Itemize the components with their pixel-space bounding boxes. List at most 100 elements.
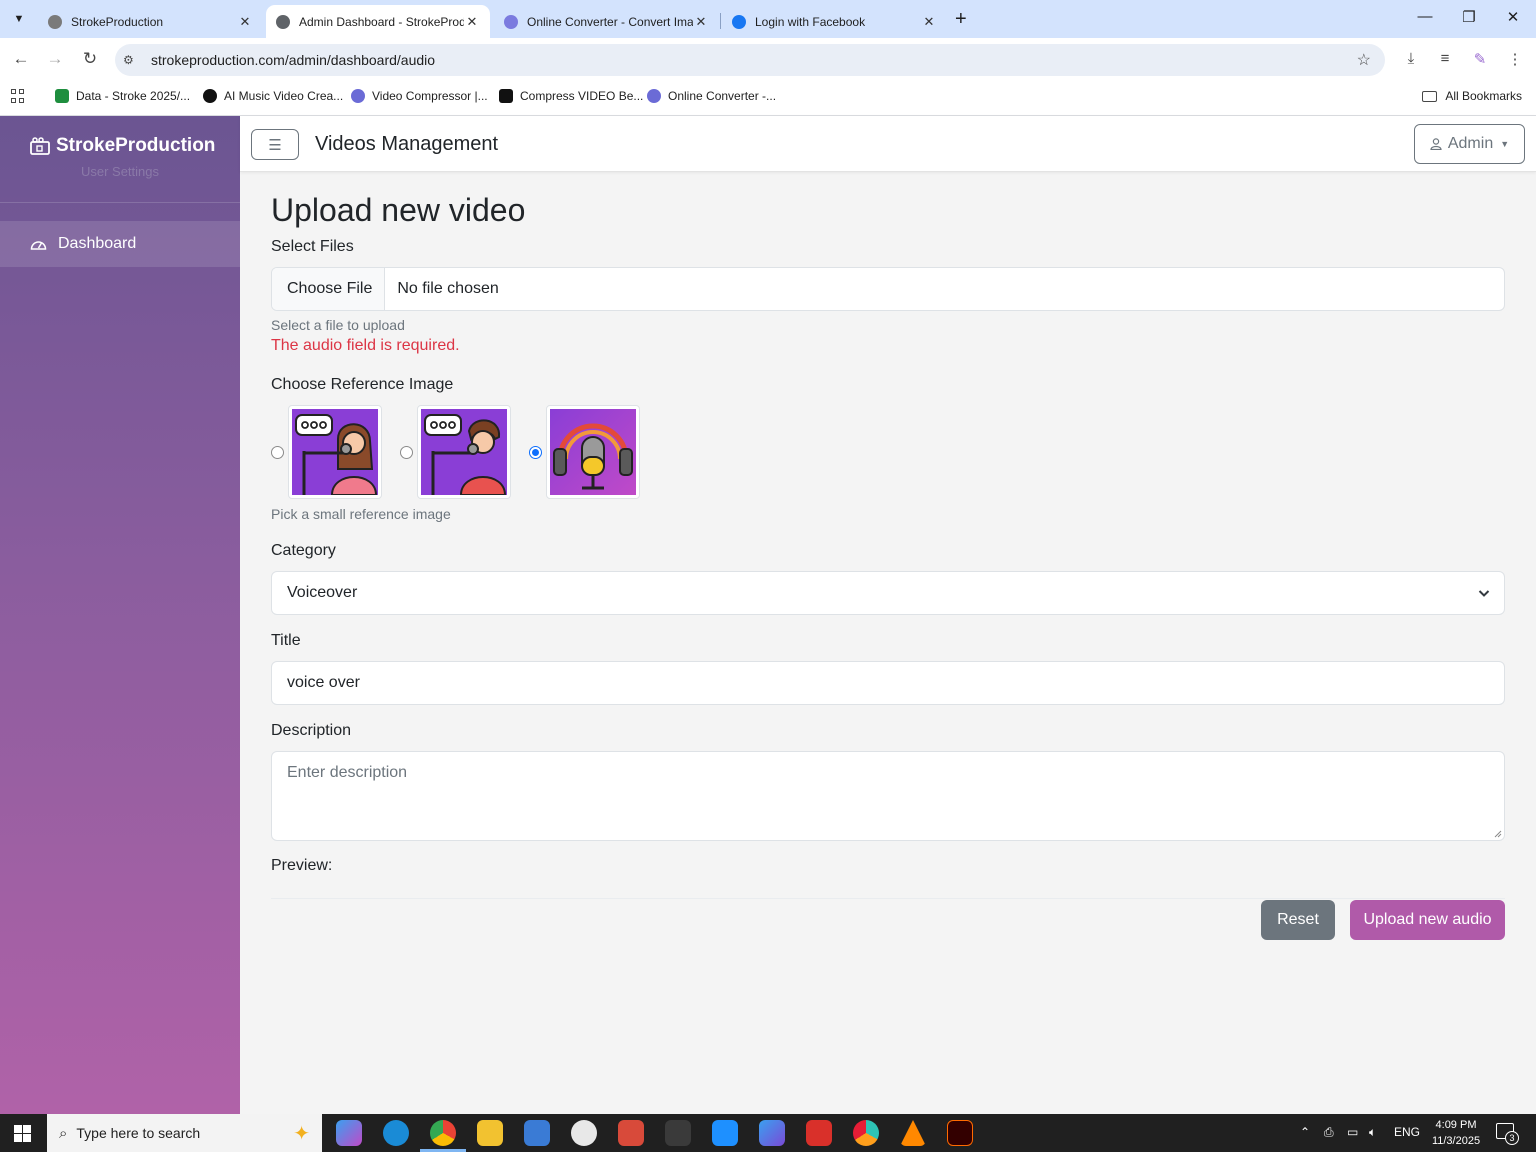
description-textarea[interactable]: Enter description [271,751,1505,841]
title-input[interactable]: voice over [271,661,1505,705]
video-editor-icon[interactable] [665,1120,691,1146]
tab-title: StrokeProduction [71,14,164,29]
search-icon: ⌕ [59,1124,68,1142]
site-info-icon[interactable]: ⚙ [123,53,143,67]
choose-file-button[interactable]: Choose File [272,268,386,310]
bookmark-item[interactable]: Online Converter -... [647,89,776,103]
browser-menu-icon[interactable]: ⋮ [1504,50,1526,68]
audio-error-message: The audio field is required. [271,337,460,354]
form-divider [271,898,1505,899]
meet-now-icon[interactable]: ⎙ [1324,1125,1334,1140]
minimize-icon[interactable]: — [1410,8,1440,25]
app-header: ☰ Videos Management Admin ▼ [240,116,1536,172]
reference-radio-1[interactable] [271,445,284,459]
man-singer-icon [421,409,507,495]
close-tab-icon[interactable]: ✕ [237,14,253,30]
all-bookmarks-button[interactable]: All Bookmarks [1422,89,1522,103]
copilot-app-icon[interactable] [336,1120,362,1146]
description-placeholder: Enter description [287,764,408,781]
brand-subtitle: User Settings [80,164,160,179]
tab-separator [720,13,721,29]
window-close-icon[interactable]: ✕ [1498,8,1528,26]
extension-icon[interactable]: ✎ [1469,50,1491,68]
file-input[interactable]: Choose File No file chosen [271,267,1505,311]
reference-radio-3[interactable] [529,445,542,459]
sidebar-item-label: Dashboard [58,235,137,252]
app-icon[interactable] [618,1120,644,1146]
reference-thumb-man-singer[interactable] [417,405,511,499]
reference-radio-2[interactable] [400,445,413,459]
browser-tab-admin-dashboard[interactable]: Admin Dashboard - StrokeProd ✕ [266,5,490,38]
volume-icon[interactable]: 🔈︎ [1369,1125,1376,1140]
podcast-microphone-icon [550,409,636,495]
reference-thumb-podcast-mic[interactable] [546,405,640,499]
vlc-player-icon[interactable] [900,1120,926,1146]
browser-tab-online-converter[interactable]: Online Converter - Convert Ima ✕ [494,5,719,38]
download-icon[interactable]: ⤓ [1400,50,1422,67]
browser-tab-facebook-login[interactable]: Login with Facebook ✕ [722,5,947,38]
tab-title: Online Converter - Convert Ima [527,14,693,29]
tab-search-chevron-icon[interactable]: ▼ [6,6,32,32]
resize-grip-icon[interactable] [1494,830,1502,838]
globe-icon [276,14,290,29]
reference-image-label: Choose Reference Image [271,376,454,393]
sidebar-item-dashboard[interactable]: Dashboard [0,221,240,267]
photo-app-icon[interactable] [853,1120,879,1146]
notification-count-badge: 3 [1505,1131,1519,1145]
sidebar-toggle-button[interactable]: ☰ [251,129,299,160]
bookmark-label: Data - Stroke 2025/... [76,89,191,103]
language-indicator[interactable]: ENG [1394,1125,1420,1139]
browser-tab-strip: ▼ StrokeProduction ✕ Admin Dashboard - S… [0,0,1536,38]
close-tab-icon[interactable]: ✕ [464,14,480,30]
taskbar-clock[interactable]: 4:09 PM 11/3/2025 [1428,1117,1484,1149]
sidebar: StrokeProduction User Settings Dashboard [0,116,240,1114]
back-arrow-icon[interactable]: ← [10,49,32,69]
chevron-down-icon [1478,590,1490,597]
brand[interactable]: StrokeProduction [30,135,215,157]
reference-thumb-woman-singer[interactable] [288,405,382,499]
forward-arrow-icon[interactable]: → [44,49,66,69]
adobe-illustrator-icon[interactable] [947,1120,973,1146]
chrome-browser-icon[interactable] [430,1120,456,1146]
category-select[interactable]: Voiceover [271,571,1505,615]
header-title: Videos Management [315,133,499,155]
bookmark-item[interactable]: Compress VIDEO Be... [499,89,643,103]
page-title: Upload new video [271,192,526,228]
chat-app-icon[interactable] [712,1120,738,1146]
bookmark-item[interactable]: Data - Stroke 2025/... [55,89,190,103]
microsoft-store-icon[interactable] [524,1120,550,1146]
microsoft-365-icon[interactable] [759,1120,785,1146]
title-input-value: voice over [287,674,360,691]
restore-icon[interactable]: ❐ [1454,8,1484,26]
admin-dropdown-button[interactable]: Admin ▼ [1414,124,1525,164]
windows-start-icon[interactable] [14,1125,31,1142]
edge-browser-icon[interactable] [383,1120,409,1146]
close-tab-icon[interactable]: ✕ [693,14,709,30]
reset-button[interactable]: Reset [1261,900,1335,940]
apps-grid-icon[interactable] [11,89,25,103]
tab-title: Login with Facebook [755,14,866,29]
close-tab-icon[interactable]: ✕ [921,14,937,30]
whatsapp-icon[interactable] [571,1120,597,1146]
show-hidden-icons-chevron-icon[interactable]: ⌃ [1300,1125,1310,1139]
network-icon[interactable]: ▭ [1347,1125,1358,1139]
clock-date: 11/3/2025 [1431,1135,1481,1147]
browser-tab-strokeproduction[interactable]: StrokeProduction ✕ [38,5,263,38]
wps-office-icon[interactable] [806,1120,832,1146]
media-controls-icon[interactable]: ≡ [1434,50,1456,67]
bookmark-item[interactable]: Video Compressor |... [351,89,488,103]
new-tab-plus-icon[interactable]: + [955,8,967,31]
reload-icon[interactable]: ↻ [79,49,101,69]
taskbar-search-box[interactable]: ⌕ Type here to search ✦ [47,1114,322,1152]
bookmark-star-icon[interactable]: ☆ [1357,50,1371,70]
folder-icon [1422,90,1438,102]
user-icon [1430,138,1442,150]
copilot-sparkle-icon[interactable]: ✦ [293,1121,310,1146]
bookmark-item[interactable]: AI Music Video Crea... [203,89,343,103]
clock-time: 4:09 PM [1435,1119,1477,1131]
file-explorer-icon[interactable] [477,1120,503,1146]
bookmark-label: Compress VIDEO Be... [520,89,644,103]
upload-audio-button[interactable]: Upload new audio [1350,900,1505,940]
address-bar[interactable]: ⚙ strokeproduction.com/admin/dashboard/a… [115,44,1385,76]
search-placeholder: Type here to search [76,1125,201,1141]
